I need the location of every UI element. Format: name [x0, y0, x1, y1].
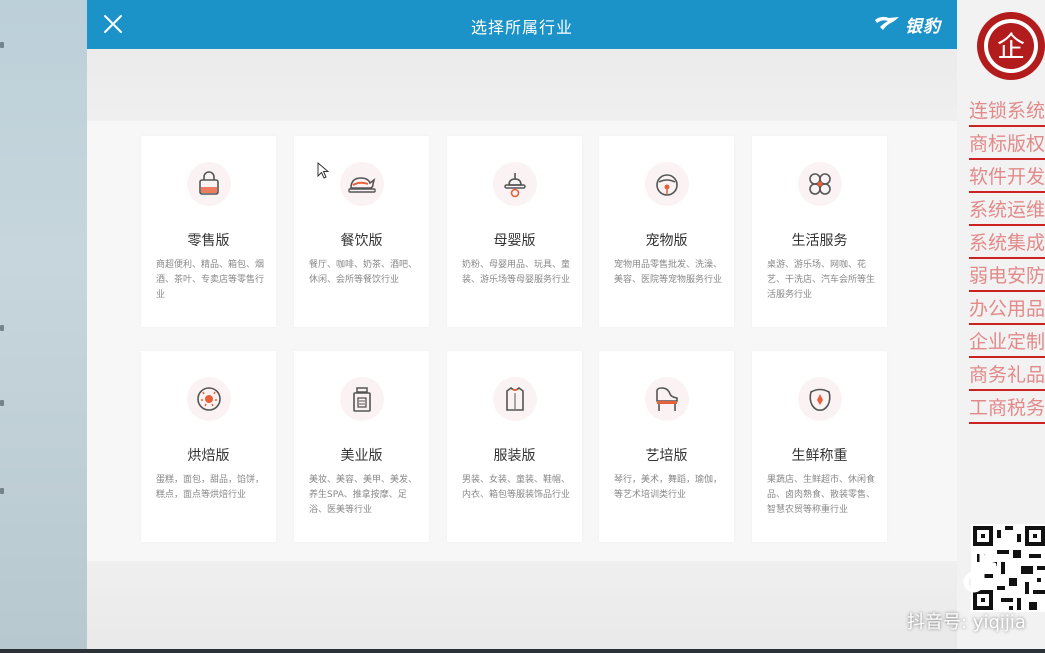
card-name: 艺培版 — [645, 448, 688, 464]
taskbar-edge — [0, 649, 1045, 653]
card-description: 果蔬店、生鲜超市、休闲食品、卤肉熟食、散装零售、智慧农贸等称重行业 — [767, 475, 876, 515]
shirt-icon — [492, 377, 537, 421]
desktop-mark — [0, 42, 4, 48]
industry-card-catering[interactable]: 餐饮版 餐厅、咖啡、奶茶、酒吧、休闲、会所等餐饮行业 — [294, 136, 429, 327]
card-name: 烘焙版 — [187, 448, 230, 464]
card-name: 生活服务 — [791, 233, 848, 249]
industry-card-arts-training[interactable]: 艺培版 琴行，美术，舞蹈，瑜伽，等艺术培训类行业 — [599, 351, 734, 542]
industry-card-fresh-weighing[interactable]: 生鲜称重 果蔬店、生鲜超市、休闲食品、卤肉熟食、散装零售、智慧农贸等称重行业 — [752, 351, 887, 542]
industry-card-pet[interactable]: 宠物版 宠物用品零售批发、洗澡、美容、医院等宠物服务行业 — [599, 136, 734, 327]
industry-dialog: 选择所属行业 银豹 零售版 商超便利、精品、箱包、烟酒、茶叶、专卖店等零售行业 … — [87, 0, 957, 653]
side-menu-item[interactable]: 弱电安防 — [969, 261, 1045, 292]
card-name: 美业版 — [340, 448, 383, 464]
industry-card-maternal[interactable]: 母婴版 奶粉、母婴用品、玩具、童装、游乐场等母婴服务行业 — [447, 136, 582, 327]
dialog-content: 零售版 商超便利、精品、箱包、烟酒、茶叶、专卖店等零售行业 餐饮版 餐厅、咖啡、… — [87, 49, 957, 653]
card-name: 餐饮版 — [340, 233, 383, 249]
industry-card-retail[interactable]: 零售版 商超便利、精品、箱包、烟酒、茶叶、专卖店等零售行业 — [141, 136, 276, 327]
card-name: 宠物版 — [645, 233, 688, 249]
brand-logo: 银豹 — [873, 12, 941, 37]
pacifier-icon — [492, 162, 537, 206]
dialog-header: 选择所属行业 银豹 — [87, 0, 957, 49]
desktop-background — [0, 0, 87, 653]
side-menu-item[interactable]: 商标版权 — [969, 129, 1045, 160]
card-name: 服装版 — [493, 448, 536, 464]
card-name: 生鲜称重 — [791, 448, 848, 464]
card-description: 商超便利、精品、箱包、烟酒、茶叶、专卖店等零售行业 — [156, 260, 265, 300]
industry-card-apparel[interactable]: 服装版 男装、女装、童装、鞋帽、内衣、箱包等服装饰品行业 — [447, 351, 582, 542]
mouse-cursor-icon — [317, 162, 330, 179]
roast-chicken-icon — [339, 162, 384, 206]
card-description: 餐厅、咖啡、奶茶、酒吧、休闲、会所等餐饮行业 — [309, 260, 418, 285]
card-description: 美妆、美容、美甲、美发、养生SPA、推拿按摩、足浴、医美等行业 — [309, 475, 418, 515]
desktop-mark — [0, 400, 4, 406]
perfume-bottle-icon — [339, 377, 384, 421]
card-description: 琴行，美术，舞蹈，瑜伽，等艺术培训类行业 — [614, 475, 723, 500]
industry-card-beauty[interactable]: 美业版 美妆、美容、美甲、美发、养生SPA、推拿按摩、足浴、医美等行业 — [294, 351, 429, 542]
side-menu-item[interactable]: 工商税务 — [969, 393, 1045, 424]
card-description: 蛋糕，面包，甜品，馅饼，糕点，面点等烘焙行业 — [156, 475, 265, 500]
watermark-text: 抖音号: yiqijia — [907, 612, 1026, 633]
shopping-bag-icon — [186, 162, 231, 206]
seal-logo: 企 — [975, 8, 1045, 84]
side-menu-item[interactable]: 商务礼品 — [969, 360, 1045, 391]
card-description: 男装、女装、童装、鞋帽、内衣、箱包等服装饰品行业 — [462, 475, 571, 500]
card-description: 宠物用品零售批发、洗澡、美容、医院等宠物服务行业 — [614, 260, 723, 285]
clover-icon — [797, 162, 842, 206]
svg-text:企: 企 — [997, 30, 1025, 63]
desktop-mark — [0, 325, 4, 331]
side-menu-item[interactable]: 系统集成 — [969, 228, 1045, 259]
tiktok-logo-icon — [963, 551, 997, 593]
side-menu: 连锁系统 商标版权 软件开发 系统运维 系统集成 弱电安防 办公用品 企业定制 … — [969, 96, 1045, 426]
side-menu-item[interactable]: 企业定制 — [969, 327, 1045, 358]
card-name: 母婴版 — [493, 233, 536, 249]
side-menu-item[interactable]: 软件开发 — [969, 162, 1045, 193]
side-menu-item[interactable]: 系统运维 — [969, 195, 1045, 226]
card-description: 桌游、游乐场、网咖、花艺、干洗店、汽车会所等生活服务行业 — [767, 260, 876, 300]
fish-icon — [797, 377, 842, 421]
industry-card-bakery[interactable]: 烘焙版 蛋糕，面包，甜品，馅饼，糕点，面点等烘焙行业 — [141, 351, 276, 542]
desktop-mark — [0, 488, 4, 494]
leopard-logo-icon — [875, 16, 899, 30]
side-menu-item[interactable]: 连锁系统 — [969, 96, 1045, 127]
donut-icon — [186, 377, 231, 421]
card-description: 奶粉、母婴用品、玩具、童装、游乐场等母婴服务行业 — [462, 260, 571, 285]
side-menu-item[interactable]: 办公用品 — [969, 294, 1045, 325]
industry-card-life-service[interactable]: 生活服务 桌游、游乐场、网咖、花艺、干洗店、汽车会所等生活服务行业 — [752, 136, 887, 327]
brand-name: 银豹 — [905, 16, 941, 37]
card-name: 零售版 — [187, 233, 230, 249]
piano-icon — [644, 377, 689, 421]
dialog-title: 选择所属行业 — [470, 18, 573, 37]
pet-bell-icon — [644, 162, 689, 206]
